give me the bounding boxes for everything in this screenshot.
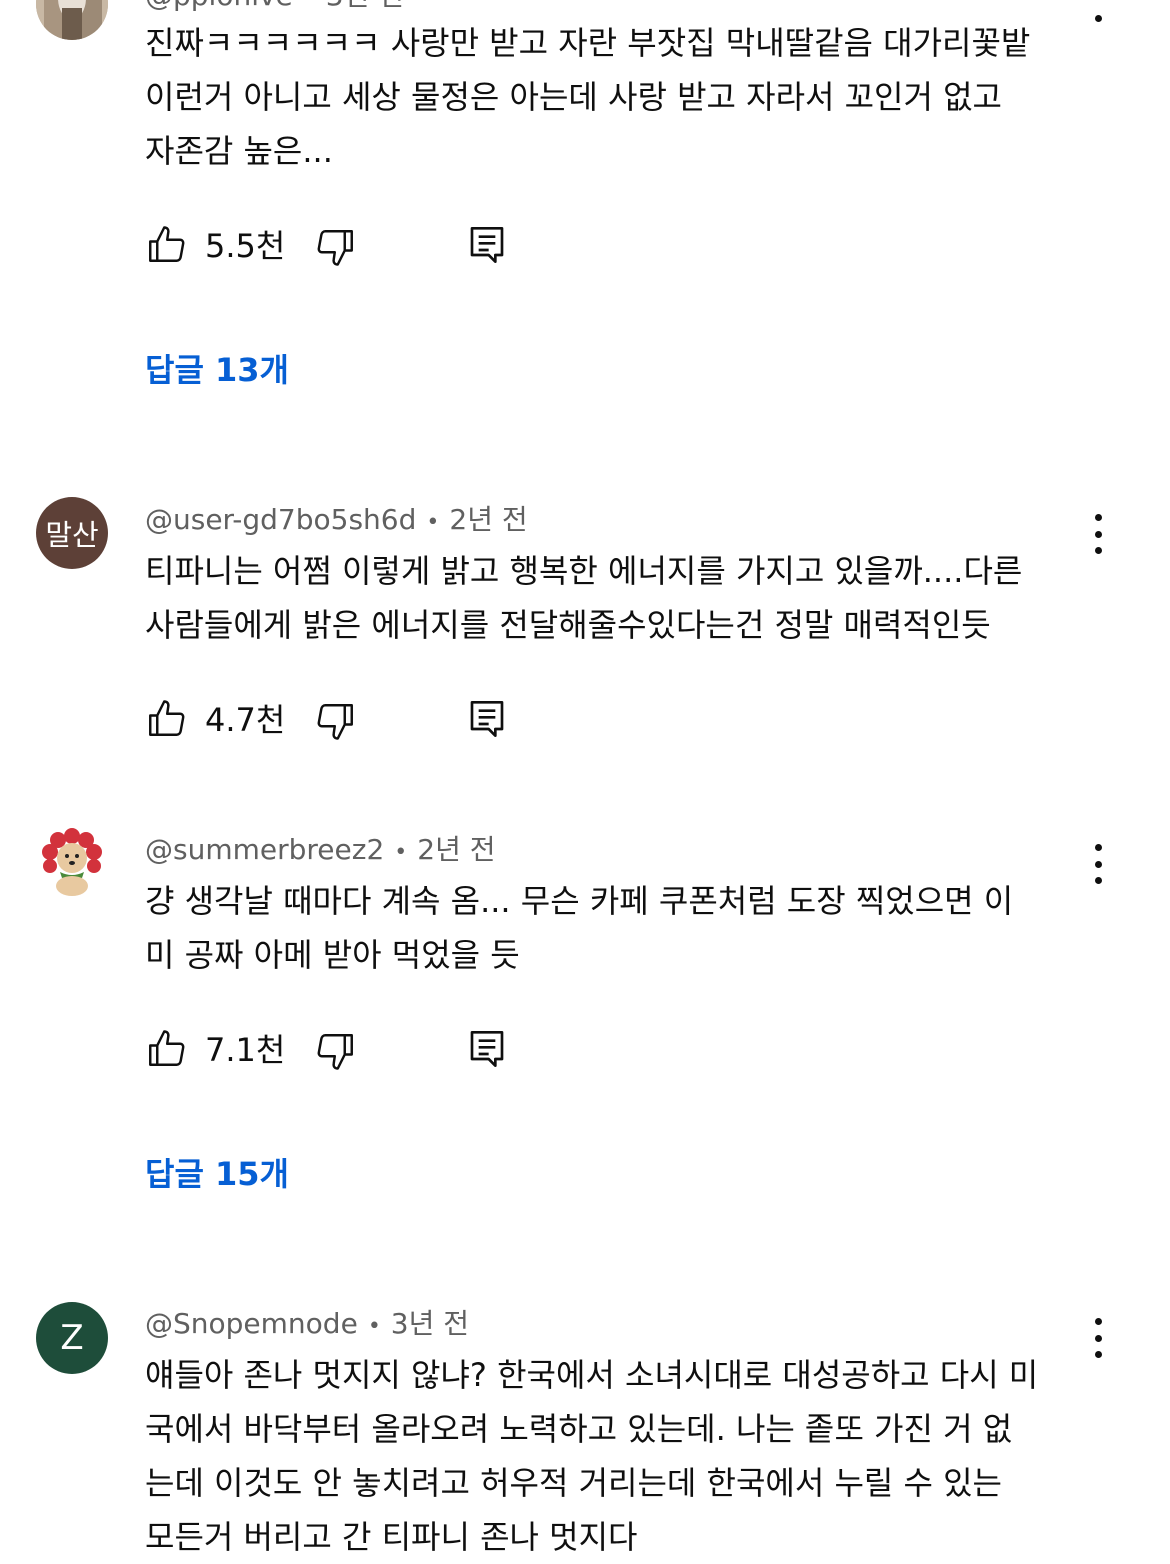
like-count: 7.1천 [205, 1031, 286, 1069]
more-options-button[interactable] [1084, 1318, 1112, 1358]
reply-comment-icon [470, 701, 504, 737]
reply-button[interactable] [467, 1028, 507, 1070]
dislike-button[interactable] [315, 700, 357, 742]
thumb-up-icon [149, 1030, 185, 1066]
like-button[interactable] [145, 1028, 187, 1070]
replies-button[interactable]: 답글 15개 [145, 1158, 289, 1190]
reply-comment-icon [470, 227, 504, 263]
more-options-button[interactable] [1084, 0, 1112, 22]
more-vert-icon [1094, 1318, 1102, 1325]
reply-comment-icon [470, 1031, 504, 1067]
comment-author[interactable]: @pplonive [145, 0, 293, 12]
replies-button[interactable]: 답글 13개 [145, 354, 289, 386]
thumb-up-icon [149, 700, 185, 736]
avatar[interactable]: Z [36, 1302, 108, 1374]
comment-text: 진짜ㅋㅋㅋㅋㅋㅋ 사랑만 받고 자란 부잣집 막내딸같음 대가리꽃밭 이런거 아… [145, 24, 1031, 170]
like-count: 4.7천 [205, 701, 286, 739]
more-options-button[interactable] [1084, 844, 1112, 884]
comment-meta: @summerbreez2 • 2년 전 [145, 833, 496, 866]
thumb-down-icon [317, 1034, 353, 1070]
avatar-initials: 말산 [45, 518, 99, 552]
like-button[interactable] [145, 224, 187, 266]
comment-time: 3년 전 [390, 1307, 470, 1340]
reply-button[interactable] [467, 224, 507, 266]
reply-button[interactable] [467, 698, 507, 740]
comment-author[interactable]: @Snopemnode [145, 1307, 358, 1340]
flower-dog-avatar-icon [42, 828, 102, 896]
dislike-button[interactable] [315, 1030, 357, 1072]
more-vert-icon [1094, 514, 1102, 521]
more-options-button[interactable] [1084, 514, 1112, 554]
comment-text: 티파니는 어쩜 이렇게 밝고 행복한 에너지를 가지고 있을까....다른 사람… [145, 552, 1023, 644]
comment-text: 걍 생각날 때마다 계속 옴... 무슨 카페 쿠폰처럼 도장 찍었으면 이 미… [145, 882, 1014, 974]
comment-actions: 4.7천 [145, 698, 545, 742]
comment-text: 얘들아 존나 멋지지 않냐? 한국에서 소녀시대로 대성공하고 다시 미 국에서… [145, 1356, 1039, 1556]
thumb-down-icon [317, 704, 353, 740]
comment-time: 2년 전 [449, 503, 528, 536]
comment-actions: 5.5천 [145, 224, 545, 268]
comment-actions: 7.1천 [145, 1028, 545, 1072]
comment-author[interactable]: @user-gd7bo5sh6d [145, 503, 416, 536]
avatar-initials: Z [60, 1318, 84, 1358]
avatar-photo-icon [36, 0, 108, 40]
like-count: 5.5천 [205, 227, 286, 265]
comment-time: 2년 전 [417, 833, 496, 866]
avatar[interactable] [36, 0, 108, 40]
comment-meta: @Snopemnode • 3년 전 [145, 1307, 470, 1340]
more-vert-icon [1094, 844, 1102, 851]
comment-author[interactable]: @summerbreez2 [145, 833, 384, 866]
thumb-up-icon [149, 226, 185, 262]
like-button[interactable] [145, 698, 187, 740]
comment-meta: @user-gd7bo5sh6d • 2년 전 [145, 503, 528, 536]
thumb-down-icon [317, 230, 353, 266]
avatar[interactable]: 말산 [36, 497, 108, 569]
avatar[interactable] [36, 826, 108, 898]
dislike-button[interactable] [315, 226, 357, 268]
comment-meta: @pplonive•3년 전 [145, 0, 404, 10]
comment-time: 3년 전 [326, 0, 404, 12]
